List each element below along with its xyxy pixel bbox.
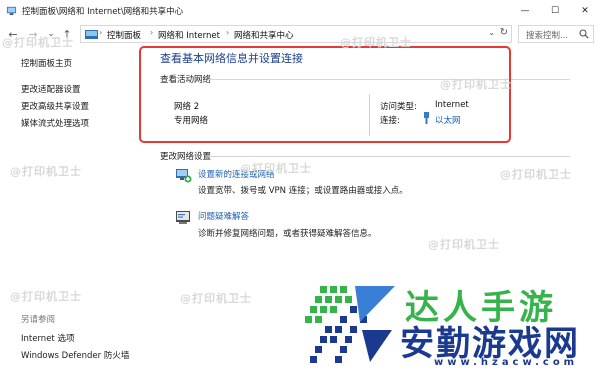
- watermark: @打印机卫士: [180, 292, 252, 305]
- network-type: 专用网络: [174, 116, 209, 126]
- address-dropdown-icon[interactable]: ⌄: [488, 28, 495, 37]
- minimize-icon: —: [520, 6, 530, 16]
- sidebar: 控制面板主页 更改适配器设置 更改高级共享设置 媒体流式处理选项 另请参阅 In…: [0, 46, 150, 375]
- watermark: @打印机卫士: [440, 78, 512, 91]
- title-bar: 控制面板\网络和 Internet\网络和共享中心 — ☐ ✕: [0, 0, 600, 22]
- watermark: @打印机卫士: [340, 36, 412, 49]
- see-also-heading: 另请参阅: [21, 315, 56, 325]
- close-icon: ✕: [581, 6, 589, 16]
- ethernet-link[interactable]: 以太网: [435, 114, 461, 126]
- network-center-icon: [6, 6, 17, 16]
- search-input[interactable]: 搜索控制...: [518, 25, 594, 43]
- troubleshoot-desc: 诊断并修复网络问题，或者获得疑难解答信息。: [198, 229, 377, 239]
- section-divider: [208, 79, 570, 80]
- sidebar-item-advanced-sharing[interactable]: 更改高级共享设置: [21, 100, 89, 112]
- watermark: @打印机卫士: [428, 238, 500, 251]
- search-icon: [579, 29, 589, 39]
- watermark: @打印机卫士: [2, 36, 74, 49]
- ethernet-icon: [424, 112, 429, 124]
- refresh-icon[interactable]: ↻: [500, 27, 508, 38]
- window-title: 控制面板\网络和 Internet\网络和共享中心: [22, 7, 184, 17]
- brand-logo-icon: [305, 286, 395, 363]
- watermark: @打印机卫士: [10, 165, 82, 178]
- change-settings-label: 更改网络设置: [160, 152, 212, 162]
- network-setup-icon: [176, 169, 192, 183]
- sidebar-item-home[interactable]: 控制面板主页: [21, 57, 72, 69]
- search-placeholder: 搜索控制...: [526, 31, 569, 41]
- section-divider: [208, 156, 570, 157]
- close-button[interactable]: ✕: [570, 0, 600, 22]
- address-row: ← → ⌄ ↑ › 控制面板 › 网络和 Internet › 网络和共享中心 …: [0, 22, 600, 46]
- sidebar-item-media-streaming[interactable]: 媒体流式处理选项: [21, 117, 89, 129]
- watermark: @打印机卫士: [240, 162, 312, 175]
- breadcrumb-separator: ›: [226, 28, 230, 37]
- breadcrumb-network-internet[interactable]: 网络和 Internet: [158, 29, 220, 41]
- watermark: @打印机卫士: [10, 290, 82, 303]
- connections-label: 连接:: [380, 116, 400, 126]
- watermark: @打印机卫士: [500, 168, 572, 181]
- breadcrumb-control-panel[interactable]: 控制面板: [107, 29, 141, 41]
- breadcrumb-separator: ›: [150, 28, 154, 37]
- maximize-button[interactable]: ☐: [540, 0, 570, 22]
- access-type-value: Internet: [435, 100, 469, 110]
- troubleshoot-link[interactable]: 问题疑难解答: [198, 210, 249, 222]
- minimize-button[interactable]: —: [510, 0, 540, 22]
- setup-connection-desc: 设置宽带、拨号或 VPN 连接；或设置路由器或接入点。: [198, 186, 408, 196]
- breadcrumb-separator: ›: [99, 28, 103, 37]
- control-panel-icon: [85, 30, 98, 39]
- address-bar[interactable]: › 控制面板 › 网络和 Internet › 网络和共享中心 ⌄ ↻: [80, 25, 512, 43]
- sidebar-item-internet-options[interactable]: Internet 选项: [21, 332, 74, 344]
- page-title: 查看基本网络信息并设置连接: [160, 52, 303, 65]
- brand-url: www.hzacw.com: [434, 357, 579, 368]
- sidebar-item-firewall[interactable]: Windows Defender 防火墙: [21, 349, 129, 361]
- active-networks-label: 查看活动网络: [160, 75, 212, 85]
- maximize-icon: ☐: [550, 6, 560, 16]
- troubleshoot-icon: [176, 211, 190, 224]
- breadcrumb-sharing-center[interactable]: 网络和共享中心: [234, 29, 294, 41]
- network-name: 网络 2: [174, 102, 200, 112]
- access-type-label: 访问类型:: [380, 102, 417, 112]
- sidebar-item-adapter-settings[interactable]: 更改适配器设置: [21, 83, 81, 95]
- vertical-divider: [369, 94, 370, 136]
